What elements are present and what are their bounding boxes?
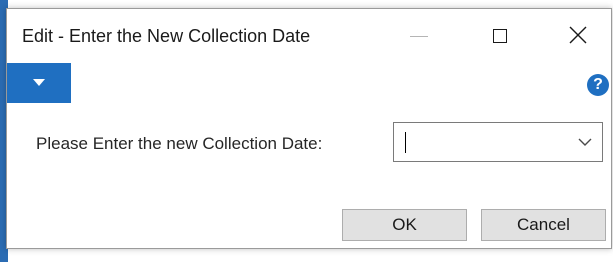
edit-collection-date-dialog: Edit - Enter the New Collection Date ? P… — [6, 8, 612, 249]
chevron-down-icon[interactable] — [578, 137, 592, 147]
title-bar: Edit - Enter the New Collection Date — [7, 9, 611, 61]
close-button[interactable] — [555, 9, 601, 61]
minimize-button[interactable] — [397, 9, 443, 61]
minimize-icon — [410, 36, 428, 37]
action-bar: ? — [7, 61, 611, 104]
collection-date-label: Please Enter the new Collection Date: — [36, 134, 323, 153]
ok-button[interactable]: OK — [342, 209, 467, 241]
window-title: Edit - Enter the New Collection Date — [22, 26, 311, 46]
maximize-icon — [493, 29, 507, 43]
maximize-button[interactable] — [477, 9, 523, 61]
actions-menu-button[interactable] — [7, 63, 71, 103]
collection-date-input[interactable] — [396, 125, 578, 159]
text-cursor — [405, 132, 406, 153]
cancel-button[interactable]: Cancel — [481, 209, 606, 241]
help-icon[interactable]: ? — [587, 74, 609, 96]
close-icon — [569, 26, 587, 44]
collection-date-combobox[interactable] — [393, 122, 603, 162]
dropdown-arrow-icon — [33, 79, 45, 86]
screen: Edit - Enter the New Collection Date ? P… — [0, 0, 613, 262]
